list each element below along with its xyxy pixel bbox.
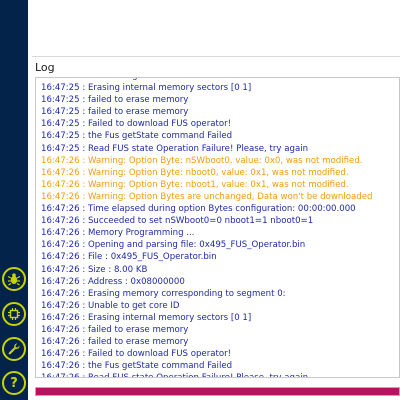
log-line: 16:47:26 : Opening and parsing file: 0x4… <box>41 240 306 251</box>
log-line: 16:47:26 : Failed to download FUS operat… <box>41 349 232 360</box>
log-line: 16:47:25 : failed to erase memory <box>41 95 189 106</box>
log-line: 16:47:26 : Unable to get core ID <box>41 300 180 311</box>
section-divider <box>32 56 400 57</box>
bug-icon <box>7 273 21 286</box>
log-line: 16:47:26 : failed to erase memory <box>41 324 189 335</box>
log-line: 16:47:26 : Succeeded to set nSWboot0=0 n… <box>41 216 314 227</box>
log-panel[interactable]: 16:47:25 : Unable to get core ID16:47:25… <box>35 77 400 378</box>
log-line: 16:47:26 : File : 0x495_FUS_Operator.bin <box>41 252 217 263</box>
log-line: 16:47:26 : Warning: Option Byte: nSWboot… <box>41 155 363 166</box>
log-line: 16:47:25 : Erasing internal memory secto… <box>41 83 252 94</box>
log-line: 16:47:25 : failed to erase memory <box>41 107 189 118</box>
log-line: 16:47:26 : Read FUS state Operation Fail… <box>41 372 399 377</box>
log-line: 16:47:26 : the Fus getState command Fail… <box>41 361 233 372</box>
wrench-icon <box>8 343 20 355</box>
help-icon: ? <box>10 375 18 391</box>
log-line: 16:47:26 : Warning: Option Bytes are unc… <box>41 191 373 202</box>
top-panel <box>32 0 400 56</box>
log-line: 16:47:26 : Time elapsed during option By… <box>41 204 356 215</box>
log-line: 16:47:25 : the Fus getState command Fail… <box>41 131 233 142</box>
sidebar-tool-button[interactable] <box>2 337 26 361</box>
progress-fill <box>36 388 399 395</box>
sidebar-help-button[interactable]: ? <box>2 371 26 395</box>
log-line: 16:47:26 : Erasing internal memory secto… <box>41 312 252 323</box>
log-line: 16:47:26 : Address : 0x08000000 <box>41 276 185 287</box>
log-line: 16:47:26 : Size : 8.00 KB <box>41 264 148 275</box>
sidebar: ? <box>0 0 28 400</box>
log-list: 16:47:25 : Unable to get core ID16:47:25… <box>41 78 399 377</box>
sidebar-chip-button[interactable] <box>2 302 26 326</box>
log-line: 16:47:25 : Read FUS state Operation Fail… <box>41 143 309 154</box>
log-line: 16:47:26 : Memory Programming ... <box>41 228 195 239</box>
log-line: 16:47:26 : Erasing memory corresponding … <box>41 288 286 299</box>
log-line: 16:47:26 : Warning: Option Byte: nboot0,… <box>41 167 349 178</box>
log-line: 16:47:26 : failed to erase memory <box>41 337 189 348</box>
sidebar-bug-button[interactable] <box>2 267 26 291</box>
log-line: 16:47:25 : Failed to download FUS operat… <box>41 119 232 130</box>
progress-bar <box>35 387 400 396</box>
log-line: 16:47:26 : Warning: Option Byte: nboot1,… <box>41 179 349 190</box>
log-title: Log <box>35 61 55 74</box>
chip-icon <box>8 308 20 320</box>
